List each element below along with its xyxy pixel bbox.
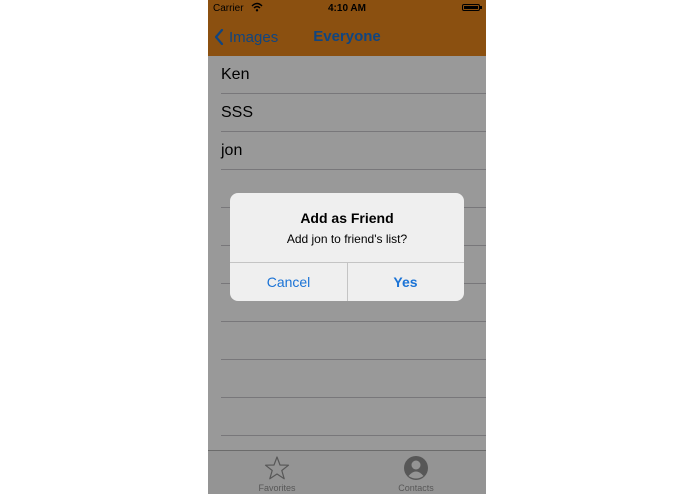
add-friend-alert: Add as Friend Add jon to friend's list? … (230, 193, 464, 301)
alert-message: Add jon to friend's list? (286, 232, 408, 246)
yes-button[interactable]: Yes (347, 263, 464, 301)
cancel-button[interactable]: Cancel (230, 263, 347, 301)
alert-title: Add as Friend (300, 210, 394, 226)
